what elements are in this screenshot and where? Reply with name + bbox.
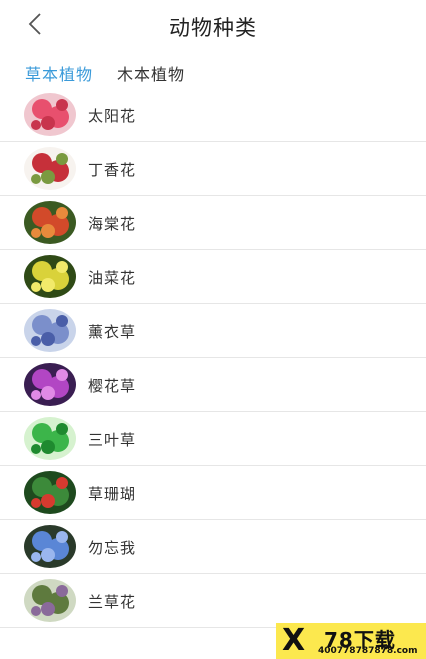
list-item-label: 三叶草	[88, 431, 137, 449]
watermark-url: 400778787878.com	[318, 646, 418, 656]
list-item[interactable]: 兰草花	[0, 574, 426, 628]
list-item[interactable]: 三叶草	[0, 412, 426, 466]
plant-list: 太阳花丁香花海棠花油菜花薰衣草樱花草三叶草草珊瑚勿忘我兰草花	[0, 88, 426, 628]
list-item[interactable]: 丁香花	[0, 142, 426, 196]
list-item-label: 太阳花	[88, 107, 137, 125]
plant-thumbnail	[24, 363, 76, 406]
list-item[interactable]: 海棠花	[0, 196, 426, 250]
list-item-label: 薰衣草	[88, 323, 137, 341]
list-item[interactable]: 草珊瑚	[0, 466, 426, 520]
list-item[interactable]: 勿忘我	[0, 520, 426, 574]
plant-thumbnail	[24, 147, 76, 190]
list-item-label: 海棠花	[88, 215, 137, 233]
plant-thumbnail	[24, 525, 76, 568]
list-item-label: 兰草花	[88, 593, 137, 611]
plant-thumbnail	[24, 93, 76, 136]
list-item[interactable]: 太阳花	[0, 88, 426, 142]
list-item-label: 丁香花	[88, 161, 137, 179]
plant-thumbnail	[24, 255, 76, 298]
list-item[interactable]: 油菜花	[0, 250, 426, 304]
list-item-label: 樱花草	[88, 377, 137, 395]
tab-herbaceous-plants[interactable]: 草本植物	[25, 61, 93, 85]
list-item-label: 勿忘我	[88, 539, 137, 557]
plant-thumbnail	[24, 201, 76, 244]
plant-thumbnail	[24, 471, 76, 514]
plant-thumbnail	[24, 579, 76, 622]
watermark-logo: X 78下载 400778787878.com	[276, 623, 426, 659]
list-item[interactable]: 樱花草	[0, 358, 426, 412]
plant-thumbnail	[24, 309, 76, 352]
plant-thumbnail	[24, 417, 76, 460]
page-title: 动物种类	[169, 16, 257, 40]
header: 动物种类	[0, 0, 426, 52]
list-item-label: 草珊瑚	[88, 485, 137, 503]
watermark-x-icon: X	[282, 623, 306, 658]
tab-woody-plants[interactable]: 木本植物	[117, 61, 185, 85]
list-item-label: 油菜花	[88, 269, 137, 287]
tab-bar: 草本植物 木本植物	[25, 61, 209, 85]
list-item[interactable]: 薰衣草	[0, 304, 426, 358]
